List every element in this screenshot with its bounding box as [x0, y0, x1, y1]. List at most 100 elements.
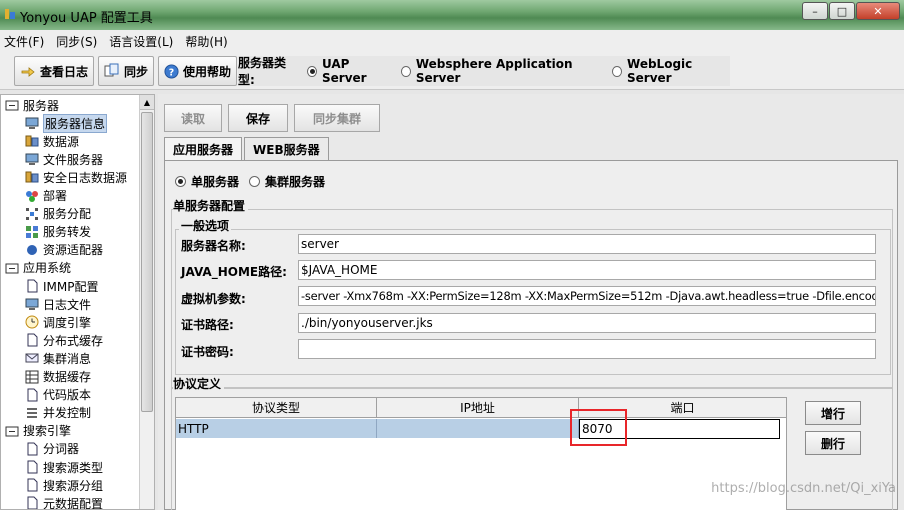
server-type-websphere[interactable]: Websphere Application Server [400, 57, 602, 85]
cert-password-label: 证书密码: [181, 345, 234, 359]
tree-item[interactable]: 服务分配 [25, 205, 91, 223]
close-button[interactable]: ✕ [856, 2, 900, 20]
minimize-button[interactable]: – [802, 2, 828, 20]
tree-item[interactable]: 部署 [25, 187, 67, 205]
folder-icon [5, 263, 19, 274]
tab-content: 单服务器 集群服务器 单服务器配置 一般选项 服务器名称: server JAV… [164, 160, 898, 510]
tree-item-label: 服务转发 [43, 225, 92, 240]
window-controls: – □ ✕ [801, 2, 900, 20]
server-name-input[interactable]: server [298, 234, 876, 254]
cert-password-input[interactable] [298, 339, 876, 359]
tree-item[interactable]: 搜索源类型 [25, 458, 103, 476]
tree-scrollbar[interactable]: ▲ [139, 95, 154, 509]
tree-item[interactable]: IMMP配置 [25, 277, 98, 295]
tab-app-server[interactable]: 应用服务器 [164, 137, 243, 161]
tree-item-label: 应用系统 [23, 261, 72, 276]
document-icon [27, 442, 38, 456]
general-options-title: 一般选项 [179, 217, 232, 234]
server-type-weblogic[interactable]: WebLogic Server [611, 57, 730, 85]
sync-button[interactable]: 同步 [98, 56, 155, 86]
mail-icon [25, 353, 39, 363]
clock-icon [25, 315, 39, 329]
tree-item-label: 日志文件 [43, 297, 92, 312]
column-header-type[interactable]: 协议类型 [176, 398, 377, 418]
tree-item[interactable]: 安全日志数据源 [25, 168, 127, 186]
server-type-uap[interactable]: UAP Server [306, 57, 391, 85]
maximize-button[interactable]: □ [829, 2, 855, 20]
tree-item[interactable]: 日志文件 [25, 295, 91, 313]
add-row-button[interactable]: 增行 [805, 401, 861, 425]
config-panel: 读取 保存 同步集群 应用服务器 WEB服务器 单服务器 集群服务器 单服务器配… [158, 94, 904, 510]
sync-icon [104, 63, 119, 77]
monitor-icon [25, 117, 39, 130]
list-icon [27, 407, 37, 418]
menu-sync[interactable]: 同步(S) [56, 33, 97, 50]
scroll-up-icon[interactable]: ▲ [140, 95, 154, 110]
scroll-thumb[interactable] [141, 112, 153, 412]
java-home-input[interactable]: $JAVA_HOME [298, 260, 876, 280]
document-icon [27, 478, 38, 492]
tree-item-label: 数据缓存 [43, 370, 92, 384]
adapter-icon [27, 244, 37, 255]
tree-item[interactable]: 服务器信息 [25, 113, 108, 133]
tree-item[interactable]: 服务转发 [25, 223, 91, 241]
tree-item[interactable]: 分词器 [25, 440, 79, 458]
tree-item[interactable]: 调度引擎 [25, 313, 91, 331]
toolbar: 查看日志 同步 ? 使用帮助 服务器类型: UAP Server Websphe… [0, 52, 904, 90]
tree-item-label: 搜索源分组 [43, 478, 104, 493]
tree-item[interactable]: 文件服务器 [25, 150, 103, 168]
tree-item-label: 代码版本 [43, 388, 92, 403]
database-icon [25, 171, 39, 183]
java-home-label: JAVA_HOME路径: [181, 265, 287, 279]
document-icon [27, 279, 38, 293]
tree-item[interactable]: 服务器 [5, 96, 59, 114]
jvm-args-input[interactable]: -server -Xmx768m -XX:PermSize=128m -XX:M… [298, 286, 876, 306]
tree-item[interactable]: 应用系统 [5, 259, 71, 277]
protocol-title: 协议定义 [173, 375, 225, 392]
read-button[interactable]: 读取 [164, 104, 222, 132]
view-log-button[interactable]: 查看日志 [14, 56, 95, 86]
tree-item[interactable]: 资源适配器 [25, 241, 103, 259]
mode-single[interactable]: 单服务器 [175, 173, 239, 190]
save-button[interactable]: 保存 [228, 104, 288, 132]
document-icon [27, 388, 38, 402]
tree-item[interactable]: 集群消息 [25, 349, 91, 367]
menu-language[interactable]: 语言设置(L) [109, 33, 173, 50]
help-label: 使用帮助 [183, 64, 232, 79]
cert-path-label: 证书路径: [181, 318, 234, 332]
tree-item[interactable]: 并发控制 [25, 404, 91, 422]
tree-item-label: 搜索引擎 [23, 424, 72, 439]
tree-item[interactable]: 搜索引擎 [5, 422, 71, 440]
tree-item[interactable]: 搜索源分组 [25, 476, 103, 494]
menu-help[interactable]: 帮助(H) [185, 33, 227, 50]
tree-item[interactable]: 分布式缓存 [25, 331, 103, 349]
server-type-group: 服务器类型: UAP Server Websphere Application … [238, 56, 730, 87]
table-cell-ip[interactable] [377, 419, 579, 438]
menu-file[interactable]: 文件(F) [4, 33, 44, 50]
mode-cluster[interactable]: 集群服务器 [249, 173, 325, 190]
table-cell-type[interactable]: HTTP [176, 419, 377, 438]
tree-item-label: 部署 [43, 189, 68, 203]
tree-item[interactable]: 数据源 [25, 132, 79, 150]
server-mode-group: 单服务器 集群服务器 [175, 173, 325, 190]
highlight-annotation [570, 409, 627, 446]
document-icon [27, 460, 38, 474]
tree-item[interactable]: 数据缓存 [25, 368, 91, 386]
navigation-tree: 元数据配置 搜索源分组 搜索源类型 分词器 搜索引擎 并发控制 代码版本 数据缓存 集群消息 分布… [0, 94, 155, 510]
tree-item-label: 分词器 [43, 442, 80, 457]
radio-icon [175, 176, 186, 187]
monitor-icon [25, 298, 39, 311]
tree-item-label: 数据源 [43, 134, 80, 149]
tab-web-server[interactable]: WEB服务器 [244, 137, 329, 160]
help-button[interactable]: ? 使用帮助 [158, 56, 238, 86]
column-header-ip[interactable]: IP地址 [377, 398, 579, 418]
jvm-args-label: 虚拟机参数: [181, 292, 246, 306]
tree-item[interactable]: 代码版本 [25, 386, 91, 404]
server-type-uap-label: UAP Server [322, 57, 367, 85]
tree-item[interactable]: 元数据配置 [25, 494, 103, 509]
sync-cluster-button[interactable]: 同步集群 [294, 104, 380, 132]
delete-row-button[interactable]: 删行 [805, 431, 861, 455]
forward-icon [26, 225, 38, 238]
cert-path-input[interactable]: ./bin/yonyouserver.jks [298, 313, 876, 333]
tree-item-label: 集群消息 [43, 351, 92, 366]
